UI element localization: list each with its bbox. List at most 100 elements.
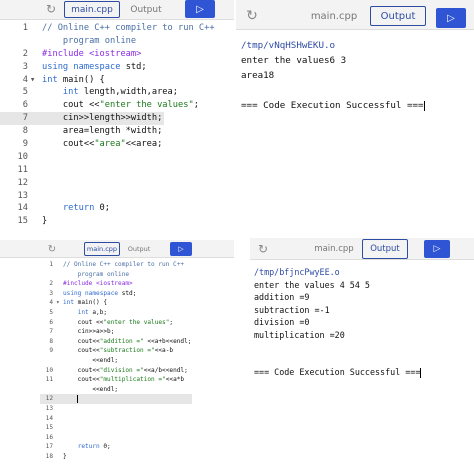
code-line[interactable]: 13 xyxy=(0,190,234,203)
tab-output[interactable]: Output xyxy=(370,6,426,26)
code-text: using namespace std; xyxy=(42,61,147,72)
code-line[interactable]: 15} xyxy=(0,215,234,228)
line-number: 3 xyxy=(22,61,28,72)
code-line[interactable]: 11 cout<<"multiplication ="<<a*b xyxy=(0,375,234,385)
output-line: multiplication =20 xyxy=(254,329,474,342)
code-text: program online xyxy=(42,35,137,46)
output-console[interactable]: /tmp/vNqHSHwEKU.o enter the values6 3 area… xyxy=(241,38,474,113)
tab-main-cpp[interactable]: main.cpp xyxy=(310,241,358,257)
tab-main-cpp[interactable]: main.cpp xyxy=(84,242,120,256)
code-text: int main() { xyxy=(63,299,108,307)
line-number: 16 xyxy=(45,433,53,441)
line-number: 11 xyxy=(17,164,28,175)
tab-output[interactable]: Output xyxy=(124,242,154,256)
code-line[interactable]: 13 xyxy=(0,404,234,414)
editor-toolbar: ↻ main.cpp Output ▷ xyxy=(0,0,234,20)
code-line[interactable]: 3 using namespace std; xyxy=(0,289,234,299)
code-line[interactable]: <<endl; xyxy=(0,385,234,395)
output-text: subtraction =-1 xyxy=(254,304,330,315)
fold-arrow-icon[interactable]: ▾ xyxy=(30,74,35,87)
line-number: 7 xyxy=(22,113,28,124)
code-text: } xyxy=(42,216,48,227)
code-text: <<endl; xyxy=(63,356,119,364)
code-line[interactable]: 12 xyxy=(0,177,234,190)
output-line: division =0 xyxy=(254,316,474,329)
code-line[interactable]: <<endl; xyxy=(0,356,234,366)
line-number: 2 xyxy=(49,280,53,288)
code-line[interactable]: 16 xyxy=(0,433,234,443)
code-line[interactable]: 6 cout <<"enter the values"; xyxy=(0,318,234,328)
reload-icon[interactable]: ↻ xyxy=(244,8,260,24)
code-line[interactable]: 4 ▾ int main() { xyxy=(0,74,234,87)
output-line: enter the values 4 54 5 xyxy=(254,279,474,292)
run-button[interactable]: ▷ xyxy=(185,0,215,18)
tab-main-cpp[interactable]: main.cpp xyxy=(306,7,362,25)
line-number: 4 xyxy=(49,299,53,307)
output-console[interactable]: /tmp/bfjncPwyEE.o enter the values 4 54 5… xyxy=(254,266,474,379)
code-line[interactable]: 8 cout<<"addition =" <<a+b<<endl; xyxy=(0,337,234,347)
text-cursor xyxy=(423,100,425,111)
code-line[interactable]: 10 cout<<"division ="<<a/b<<endl; xyxy=(0,366,234,376)
tab-output[interactable]: Output xyxy=(362,239,408,259)
code-line[interactable]: 2 #include <iostream> xyxy=(0,48,234,61)
code-line[interactable]: 9 cout<<"area"<<area; xyxy=(0,138,234,151)
code-line[interactable]: 8 area=length *width; xyxy=(0,125,234,138)
code-line[interactable]: 9 cout<<"subtraction ="<<a-b xyxy=(0,346,234,356)
code-line[interactable]: 7 cin>>a>>b; xyxy=(0,327,234,337)
code-editor[interactable]: 1 // Online C++ compiler to run C++ progr… xyxy=(0,260,234,461)
code-text: #include <iostream> xyxy=(42,48,142,59)
code-text: program online xyxy=(63,270,130,278)
output-line: === Code Execution Successful === xyxy=(254,366,474,379)
run-button[interactable]: ▷ xyxy=(170,242,192,256)
line-number: 18 xyxy=(45,452,53,460)
code-line[interactable]: 14 xyxy=(0,414,234,424)
run-button[interactable]: ▷ xyxy=(436,8,466,28)
code-line[interactable]: 17 return 0; xyxy=(0,442,234,452)
output-line: area18 xyxy=(241,68,474,83)
output-panel-top-right: ↻ main.cpp Output ▷ /tmp/vNqHSHwEKU.o ent… xyxy=(236,0,474,232)
code-line[interactable]: 10 xyxy=(0,151,234,164)
code-line[interactable]: 6 cout <<"enter the values"; xyxy=(0,99,234,112)
line-number: 9 xyxy=(49,347,53,355)
code-line[interactable]: 2 #include <iostream> xyxy=(0,279,234,289)
output-text: enter the values 4 54 5 xyxy=(254,279,370,290)
code-line[interactable]: 11 xyxy=(0,164,234,177)
line-number: 13 xyxy=(17,190,28,201)
run-button[interactable]: ▷ xyxy=(424,240,450,258)
code-line[interactable]: 14 return 0; xyxy=(0,202,234,215)
output-line: addition =9 xyxy=(254,291,474,304)
reload-icon[interactable]: ↻ xyxy=(46,243,58,255)
tab-output[interactable]: Output xyxy=(124,1,168,18)
play-icon: ▷ xyxy=(196,3,204,15)
editor-panel-bottom-left: ↻ main.cpp Output ▷ 1 // Online C++ compi… xyxy=(0,240,234,474)
code-line[interactable]: program online xyxy=(0,270,234,280)
output-text: === Code Execution Successful === xyxy=(241,100,424,111)
code-line[interactable]: 18} xyxy=(0,452,234,462)
code-editor[interactable]: 1 // Online C++ compiler to run C++ progr… xyxy=(0,22,234,228)
tab-main-cpp[interactable]: main.cpp xyxy=(64,1,120,18)
reload-icon[interactable]: ↻ xyxy=(256,242,270,256)
fold-arrow-icon[interactable]: ▾ xyxy=(56,298,60,308)
line-number: 17 xyxy=(45,443,53,451)
code-line[interactable]: 1 // Online C++ compiler to run C++ xyxy=(0,22,234,35)
reload-icon[interactable]: ↻ xyxy=(44,2,58,16)
code-text: cin>>a>>b; xyxy=(63,328,115,336)
code-line[interactable]: program online xyxy=(0,35,234,48)
code-text: using namespace std; xyxy=(63,289,137,297)
line-number: 13 xyxy=(45,404,53,412)
code-line[interactable]: 1 // Online C++ compiler to run C++ xyxy=(0,260,234,270)
code-line[interactable]: 4 ▾ int main() { xyxy=(0,298,234,308)
code-line[interactable]: 3 using namespace std; xyxy=(0,61,234,74)
output-text: === Code Execution Successful === xyxy=(254,367,421,377)
code-line[interactable]: 12 xyxy=(0,394,234,404)
output-text: addition =9 xyxy=(254,292,310,302)
code-line[interactable]: 7 cin>>length>>width; xyxy=(0,112,234,126)
code-line[interactable]: 5 int length,width,area; xyxy=(0,86,234,99)
code-line[interactable]: 15 xyxy=(0,423,234,433)
code-text: #include <iostream> xyxy=(63,280,133,288)
output-toolbar: ↻ main.cpp Output ▷ xyxy=(236,0,474,30)
code-line[interactable]: 5 int a,b; xyxy=(0,308,234,318)
editor-toolbar: ↻ main.cpp Output ▷ xyxy=(0,240,234,258)
